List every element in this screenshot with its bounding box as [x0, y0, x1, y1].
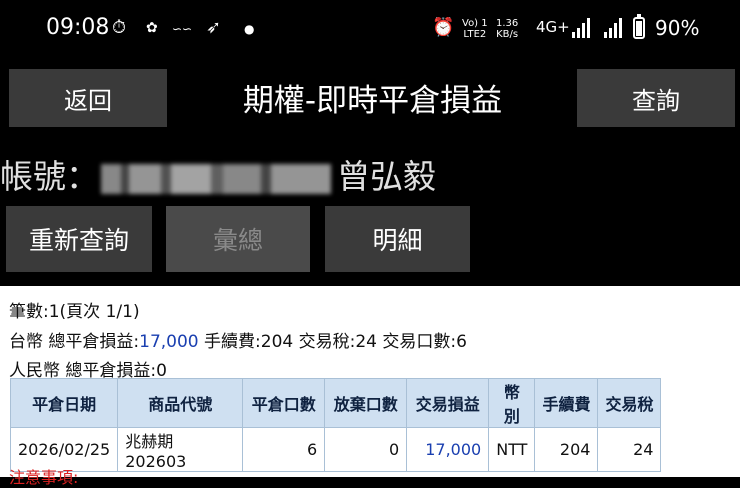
twd-prefix: 台幣 總平倉損益:	[9, 332, 140, 352]
cell-close-qty: 6	[242, 427, 326, 472]
app-notification-icon-2: ∽∽	[172, 22, 193, 36]
account-row: 帳號： 曾弘毅	[0, 150, 436, 198]
speed-value: 1.36	[496, 18, 519, 29]
detail-tab-button[interactable]: 明細	[325, 206, 470, 272]
result-panel: 筆數:1(頁次 1/1) 台幣 總平倉損益:17,000 手續費:204 交易稅…	[0, 286, 740, 487]
volte-top: Vo) 1	[462, 18, 488, 29]
table-header-row: 平倉日期 商品代號 平倉口數 放棄口數 交易損益 幣別 手續費 交易稅	[9, 378, 662, 428]
col-product-code: 商品代號	[117, 378, 244, 428]
page-title: 期權-即時平倉損益	[242, 83, 503, 119]
cell-trade-pl: 17,000	[406, 427, 490, 472]
col-close-date: 平倉日期	[9, 378, 119, 428]
twd-profit-loss: 17,000	[139, 332, 199, 352]
account-number-redacted	[101, 163, 331, 194]
record-count: 筆數:1(頁次 1/1)	[9, 302, 140, 322]
alarm-icon: ⏰	[432, 17, 455, 38]
network-speed: 1.36 KB/s	[496, 18, 518, 40]
speed-unit: KB/s	[496, 29, 519, 40]
summary-tab-button[interactable]: 彙總	[166, 206, 310, 272]
col-abandon-qty: 放棄口數	[324, 378, 408, 428]
signal-icon-2	[604, 18, 624, 38]
cell-currency: NTT	[488, 427, 536, 472]
app-notification-icon: ✿	[146, 20, 158, 36]
back-button[interactable]: 返回	[9, 69, 167, 127]
twd-summary: 台幣 總平倉損益:17,000 手續費:204 交易稅:24 交易口數:6	[9, 327, 467, 352]
cell-product-code: 兆赫期 202603	[117, 427, 244, 472]
battery-icon	[633, 17, 645, 39]
battery-percent: 90%	[655, 16, 700, 40]
signal-icon-1	[572, 18, 592, 38]
volte-indicator: Vo) 1 LTE2	[462, 18, 488, 40]
volte-bottom: LTE2	[463, 29, 487, 40]
table-row[interactable]: 2026/02/25 兆赫期 202603 6 0 17,000 NTT 204…	[9, 427, 662, 472]
bird-icon: ➶	[206, 17, 222, 38]
cell-abandon-qty: 0	[324, 427, 408, 472]
account-label: 帳號：	[0, 157, 99, 196]
col-currency: 幣別	[488, 378, 536, 428]
status-time: 09:08	[46, 15, 110, 40]
col-trade-pl: 交易損益	[406, 378, 490, 428]
col-fee: 手續費	[534, 378, 599, 428]
notes-heading: 注意事項:	[9, 468, 79, 487]
col-close-qty: 平倉口數	[242, 378, 326, 428]
account-name: 曾弘毅	[337, 157, 436, 196]
pl-table: 平倉日期 商品代號 平倉口數 放棄口數 交易損益 幣別 手續費 交易稅 2026…	[9, 378, 662, 472]
status-bar: 09:08 ⏱ ✿ ∽∽ ➶ ● ⏰ Vo) 1 LTE2 1.36 KB/s …	[0, 0, 740, 58]
refresh-button[interactable]: 重新查詢	[6, 206, 152, 272]
query-button[interactable]: 查詢	[577, 69, 735, 127]
timer-icon: ⏱	[112, 17, 127, 38]
twd-rest: 手續費:204 交易稅:24 交易口數:6	[198, 332, 467, 352]
cell-tax: 24	[597, 427, 662, 472]
network-type: 4G+	[536, 18, 570, 36]
col-tax: 交易稅	[597, 378, 662, 428]
cell-fee: 204	[534, 427, 599, 472]
more-notifications-dot-icon: ●	[244, 22, 255, 36]
